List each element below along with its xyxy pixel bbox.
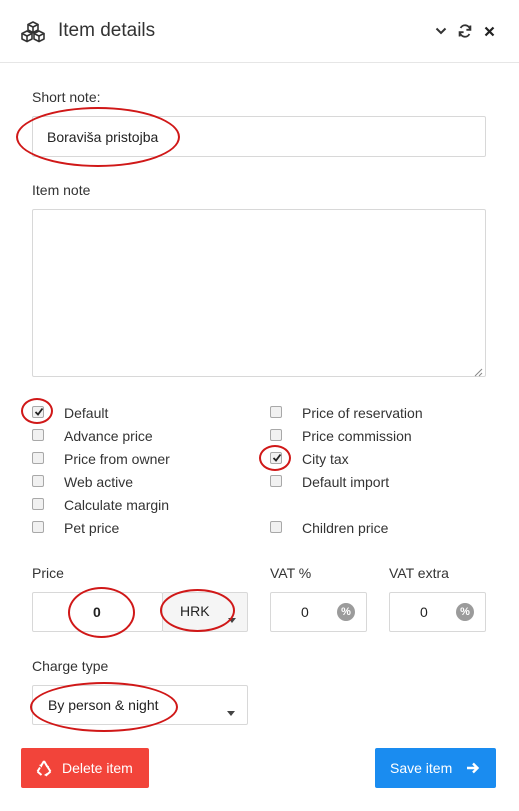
recycle-icon [35, 759, 53, 777]
charge-type-value: By person & night [48, 697, 159, 713]
chevron-down-icon[interactable] [431, 20, 451, 42]
arrow-right-icon [466, 761, 480, 775]
calculate-margin-label: Calculate margin [64, 497, 170, 513]
price-of-reservation-label: Price of reservation [302, 405, 423, 421]
children-price-checkbox[interactable] [270, 521, 282, 533]
calculate-margin-checkbox[interactable] [32, 498, 44, 510]
percent-icon: % [337, 603, 355, 621]
vat-input[interactable]: 0 % [270, 592, 367, 632]
panel-title: Item details [58, 20, 156, 41]
price-from-owner-checkbox[interactable] [32, 452, 44, 464]
currency-select[interactable]: HRK [162, 592, 248, 632]
caret-down-icon [228, 610, 236, 626]
price-commission-label: Price commission [302, 428, 412, 444]
item-note-label: Item note [32, 182, 91, 198]
vat-extra-label: VAT extra [389, 565, 449, 581]
percent-icon: % [456, 603, 474, 621]
pet-price-label: Pet price [64, 520, 120, 536]
price-commission-checkbox[interactable] [270, 429, 282, 441]
default-import-checkbox[interactable] [270, 475, 282, 487]
advance-price-label: Advance price [64, 428, 153, 444]
price-label: Price [32, 565, 64, 581]
caret-down-icon [227, 703, 235, 719]
resize-grip-icon[interactable] [473, 364, 483, 377]
close-icon[interactable] [479, 20, 499, 42]
price-from-owner-label: Price from owner [64, 451, 170, 467]
price-input[interactable]: 0 [32, 592, 163, 632]
currency-value: HRK [180, 603, 210, 619]
vat-extra-value: 0 [420, 604, 428, 620]
item-note-textarea[interactable] [32, 209, 486, 377]
delete-item-label: Delete item [62, 760, 133, 776]
price-value: 0 [93, 604, 101, 620]
default-import-label: Default import [302, 474, 390, 490]
charge-type-select[interactable]: By person & night [32, 685, 248, 725]
panel-header: Item details [0, 0, 519, 63]
web-active-label: Web active [64, 474, 133, 490]
short-note-label: Short note: [32, 89, 101, 105]
delete-item-button[interactable]: Delete item [21, 748, 149, 788]
short-note-input[interactable]: Boraviša pristojba [32, 116, 486, 157]
save-item-label: Save item [390, 760, 453, 776]
vat-label: VAT % [270, 565, 312, 581]
default-checkbox[interactable] [32, 406, 44, 418]
vat-extra-input[interactable]: 0 % [389, 592, 486, 632]
save-item-button[interactable]: Save item [375, 748, 496, 788]
city-tax-checkbox[interactable] [270, 452, 282, 464]
vat-value: 0 [301, 604, 309, 620]
refresh-icon[interactable] [455, 20, 475, 42]
price-of-reservation-checkbox[interactable] [270, 406, 282, 418]
charge-type-label: Charge type [32, 658, 109, 674]
default-label: Default [64, 405, 109, 421]
web-active-checkbox[interactable] [32, 475, 44, 487]
cubes-icon [20, 21, 46, 43]
advance-price-checkbox[interactable] [32, 429, 44, 441]
children-price-label: Children price [302, 520, 389, 536]
pet-price-checkbox[interactable] [32, 521, 44, 533]
short-note-value: Boraviša pristojba [47, 129, 159, 145]
city-tax-label: City tax [302, 451, 349, 467]
